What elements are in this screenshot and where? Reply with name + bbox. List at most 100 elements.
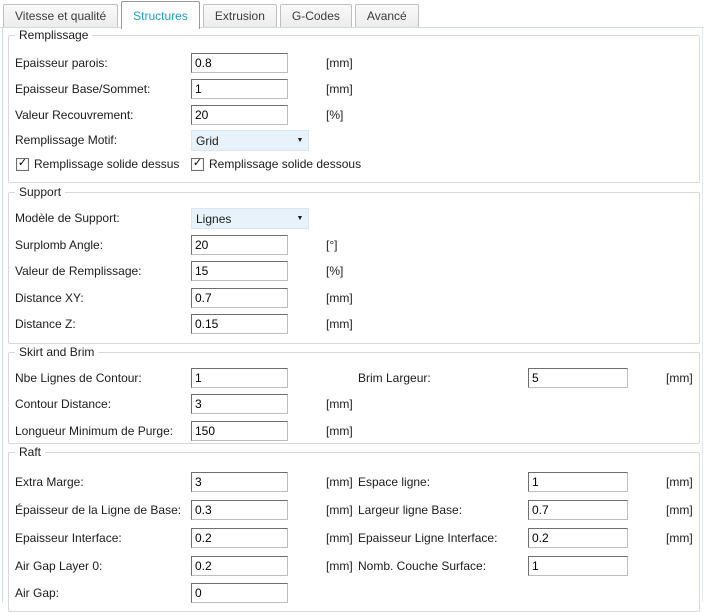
longueur-minimum-de-purge-unit: [mm] — [326, 424, 353, 438]
checkbox-box: ✓ — [16, 157, 29, 171]
epaisseur-interface-unit: [mm] — [326, 531, 353, 545]
valeur-recouvrement-label: Valeur Recouvrement: — [15, 108, 134, 122]
distance-z-input[interactable] — [191, 314, 288, 334]
row-epaisseur-ligne-de-base: Épaisseur de la Ligne de Base: [mm] Larg… — [9, 500, 699, 522]
row-contour-distance: Contour Distance: [mm] — [9, 394, 699, 416]
chevron-down-icon[interactable]: ▼ — [292, 208, 308, 229]
espace-ligne-label: Espace ligne: — [358, 475, 431, 489]
surplomb-angle-unit: [°] — [326, 238, 338, 252]
air-gap-label: Air Gap: — [15, 586, 60, 600]
remplissage-solide-dessus-checkbox[interactable]: ✓ Remplissage solide dessus — [16, 154, 179, 174]
remplissage-solide-dessus-label: Remplissage solide dessus — [34, 157, 180, 171]
row-remplissage-solide: ✓ Remplissage solide dessus ✓ Remplissag… — [9, 154, 699, 176]
air-gap-input[interactable] — [191, 583, 288, 603]
row-extra-marge: Extra Marge: [mm] Espace ligne: [mm] — [9, 472, 699, 494]
espace-ligne-unit: [mm] — [666, 475, 693, 489]
epaisseur-ligne-interface-input[interactable] — [528, 528, 628, 548]
group-raft: Raft Extra Marge: [mm] Espace ligne: [mm… — [8, 445, 700, 612]
epaisseur-de-la-ligne-de-base-label: Épaisseur de la Ligne de Base: — [15, 503, 182, 517]
valeur-recouvrement-unit: [%] — [326, 108, 344, 122]
contour-distance-input[interactable] — [191, 394, 288, 414]
group-remplissage: Remplissage Epaisseur parois: [mm] Epais… — [8, 28, 700, 183]
valeur-de-remplissage-unit: [%] — [326, 264, 344, 278]
valeur-recouvrement-input[interactable] — [191, 105, 288, 125]
tab-extrusion[interactable]: Extrusion — [202, 4, 277, 27]
surplomb-angle-input[interactable] — [191, 235, 288, 255]
group-title-remplissage: Remplissage — [15, 28, 93, 42]
epaisseur-ligne-interface-unit: [mm] — [666, 531, 693, 545]
row-epaisseur-base-sommet: Epaisseur Base/Sommet: [mm] — [9, 79, 699, 101]
epaisseur-de-la-ligne-de-base-unit: [mm] — [326, 503, 353, 517]
largeur-ligne-base-input[interactable] — [528, 500, 628, 520]
row-air-gap-layer-0: Air Gap Layer 0: [mm] Nomb. Couche Surfa… — [9, 556, 699, 578]
nomb-couche-surface-input[interactable] — [528, 556, 628, 576]
surplomb-angle-label: Surplomb Angle: — [15, 238, 104, 252]
valeur-de-remplissage-input[interactable] — [191, 261, 288, 281]
tab-page-border-right — [702, 28, 703, 602]
nbe-lignes-de-contour-label: Nbe Lignes de Contour: — [15, 371, 142, 385]
remplissage-solide-dessous-checkbox[interactable]: ✓ Remplissage solide dessous — [191, 154, 361, 174]
checkbox-box: ✓ — [191, 157, 204, 171]
group-support: Support Modèle de Support: Lignes ▼ Surp… — [8, 185, 700, 344]
group-title-skirt-and-brim: Skirt and Brim — [15, 345, 99, 359]
remplissage-solide-dessous-label: Remplissage solide dessous — [209, 157, 362, 171]
epaisseur-base-sommet-label: Epaisseur Base/Sommet: — [15, 82, 151, 96]
remplissage-motif-value: Grid — [196, 133, 219, 148]
longueur-minimum-de-purge-input[interactable] — [191, 421, 288, 441]
largeur-ligne-base-label: Largeur ligne Base: — [358, 503, 463, 517]
epaisseur-parois-unit: [mm] — [326, 56, 353, 70]
row-distance-xy: Distance XY: [mm] — [9, 288, 699, 310]
row-longueur-minimum-de-purge: Longueur Minimum de Purge: [mm] — [9, 421, 699, 443]
extra-marge-label: Extra Marge: — [15, 475, 84, 489]
nomb-couche-surface-label: Nomb. Couche Surface: — [358, 559, 487, 573]
distance-xy-label: Distance XY: — [15, 291, 84, 305]
row-modele-de-support: Modèle de Support: Lignes ▼ — [9, 208, 699, 230]
extra-marge-input[interactable] — [191, 472, 288, 492]
brim-largeur-label: Brim Largeur: — [358, 371, 431, 385]
epaisseur-base-sommet-input[interactable] — [191, 79, 288, 99]
brim-largeur-unit: [mm] — [666, 371, 693, 385]
distance-xy-input[interactable] — [191, 288, 288, 308]
espace-ligne-input[interactable] — [528, 472, 628, 492]
tab-vitesse-et-qualite[interactable]: Vitesse et qualité — [3, 4, 119, 27]
contour-distance-unit: [mm] — [326, 397, 353, 411]
remplissage-motif-dropdown[interactable]: Grid ▼ — [191, 130, 309, 151]
distance-z-label: Distance Z: — [15, 317, 76, 331]
tab-g-codes[interactable]: G-Codes — [279, 4, 352, 27]
group-title-raft: Raft — [15, 445, 46, 459]
nbe-lignes-de-contour-input[interactable] — [191, 368, 288, 388]
extra-marge-unit: [mm] — [326, 475, 353, 489]
chevron-down-icon[interactable]: ▼ — [292, 130, 308, 151]
epaisseur-base-sommet-unit: [mm] — [326, 82, 353, 96]
air-gap-layer-0-unit: [mm] — [326, 559, 353, 573]
row-nbe-lignes-de-contour: Nbe Lignes de Contour: Brim Largeur: [mm… — [9, 368, 699, 390]
tab-structures[interactable]: Structures — [121, 1, 200, 29]
group-skirt-and-brim: Skirt and Brim Nbe Lignes de Contour: Br… — [8, 345, 700, 444]
epaisseur-parois-input[interactable] — [191, 53, 288, 73]
longueur-minimum-de-purge-label: Longueur Minimum de Purge: — [15, 424, 174, 438]
check-icon: ✓ — [17, 157, 28, 169]
distance-xy-unit: [mm] — [326, 291, 353, 305]
row-valeur-recouvrement: Valeur Recouvrement: [%] — [9, 105, 699, 127]
tab-underline — [0, 27, 704, 28]
check-icon: ✓ — [192, 157, 203, 169]
row-valeur-de-remplissage: Valeur de Remplissage: [%] — [9, 261, 699, 283]
air-gap-layer-0-input[interactable] — [191, 556, 288, 576]
row-epaisseur-interface: Epaisseur Interface: [mm] Epaisseur Lign… — [9, 528, 699, 550]
tab-page-border-left — [2, 28, 3, 602]
modele-de-support-value: Lignes — [196, 211, 232, 226]
epaisseur-ligne-interface-label: Epaisseur Ligne Interface: — [358, 531, 498, 545]
row-distance-z: Distance Z: [mm] — [9, 314, 699, 336]
modele-de-support-dropdown[interactable]: Lignes ▼ — [191, 208, 309, 229]
tab-avance[interactable]: Avancé — [354, 4, 419, 27]
modele-de-support-label: Modèle de Support: — [15, 211, 120, 225]
row-surplomb-angle: Surplomb Angle: [°] — [9, 235, 699, 257]
row-epaisseur-parois: Epaisseur parois: [mm] — [9, 53, 699, 75]
contour-distance-label: Contour Distance: — [15, 397, 112, 411]
epaisseur-de-la-ligne-de-base-input[interactable] — [191, 500, 288, 520]
epaisseur-parois-label: Epaisseur parois: — [15, 56, 108, 70]
epaisseur-interface-input[interactable] — [191, 528, 288, 548]
remplissage-motif-label: Remplissage Motif: — [15, 133, 118, 147]
row-remplissage-motif: Remplissage Motif: Grid ▼ — [9, 130, 699, 152]
brim-largeur-input[interactable] — [528, 368, 628, 388]
